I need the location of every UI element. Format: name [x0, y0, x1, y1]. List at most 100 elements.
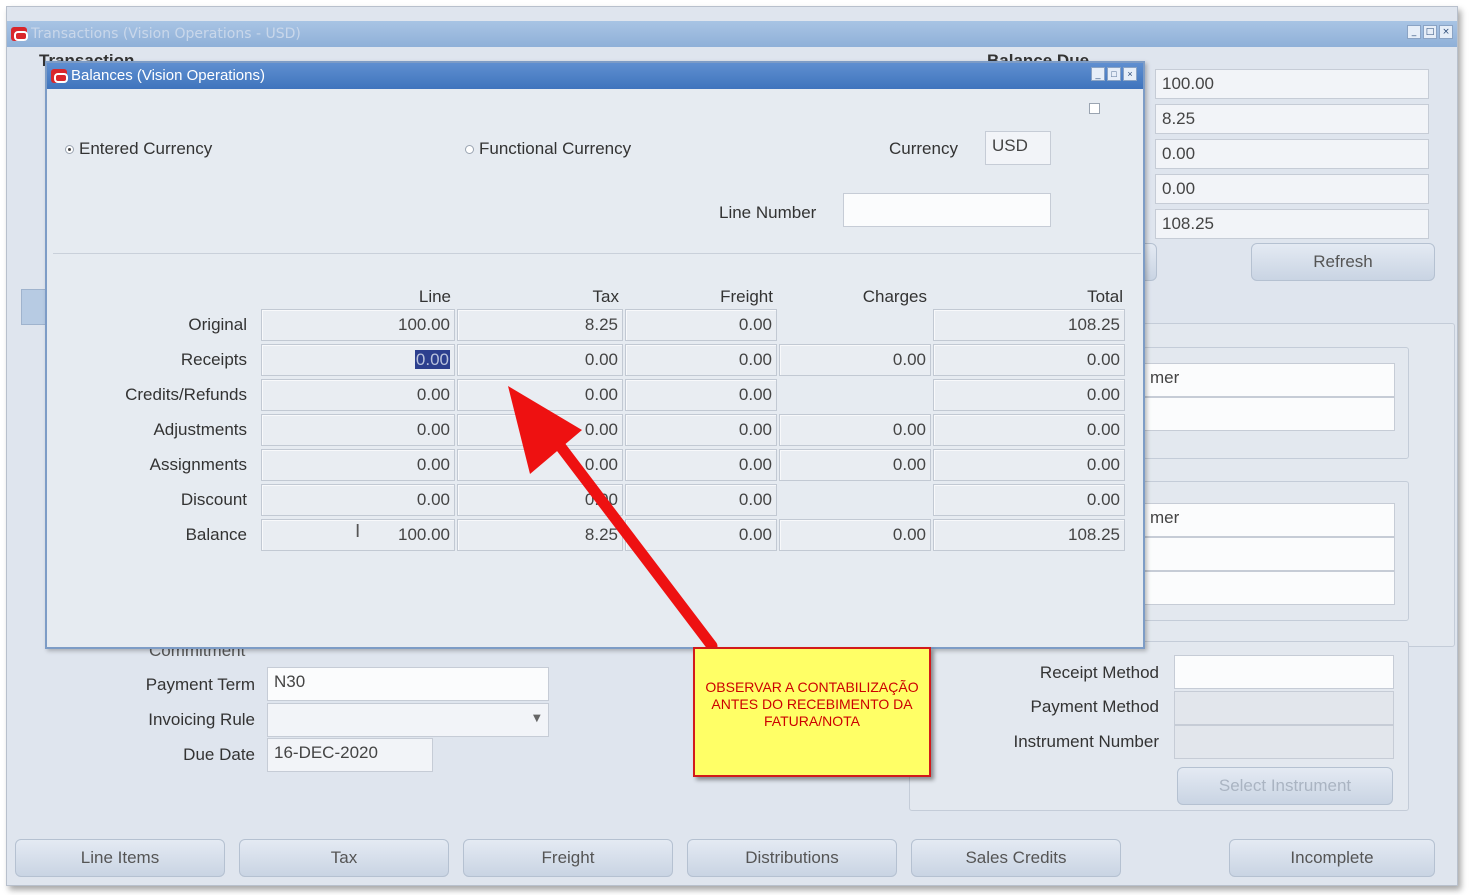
line-number-label: Line Number	[719, 203, 817, 222]
separator	[53, 253, 1141, 254]
ship-to-contact-field[interactable]	[1143, 571, 1395, 605]
row-label-balance: Balance	[185, 525, 247, 544]
payment-term-label: Payment Term	[145, 675, 255, 694]
credits-line-cell[interactable]: 0.00	[261, 379, 455, 411]
dialog-window-controls: _ □ ×	[1091, 67, 1137, 81]
column-header-charges: Charges	[862, 287, 927, 306]
assignments-freight-cell[interactable]: 0.00	[625, 449, 777, 481]
column-header-freight: Freight	[720, 287, 773, 306]
discount-line-cell[interactable]: 0.00	[261, 484, 455, 516]
payment-method-label: Payment Method	[1030, 697, 1159, 716]
tax-button[interactable]: Tax	[239, 839, 449, 877]
maximize-icon[interactable]: □	[1423, 25, 1437, 39]
oracle-logo-icon	[51, 69, 68, 83]
minimize-icon[interactable]: _	[1091, 67, 1105, 81]
transactions-window-title: Transactions (Vision Operations - USD)	[31, 26, 301, 42]
column-header-line: Line	[418, 287, 451, 306]
incomplete-button[interactable]: Incomplete	[1229, 839, 1435, 877]
balance-due-line[interactable]: 100.00	[1155, 69, 1429, 99]
line-items-button[interactable]: Line Items	[15, 839, 225, 877]
row-label-credits-refunds: Credits/Refunds	[125, 385, 247, 404]
sales-credits-button[interactable]: Sales Credits	[911, 839, 1121, 877]
maximize-icon[interactable]: □	[1107, 67, 1121, 81]
chevron-down-icon[interactable]: ▼	[533, 713, 541, 724]
credits-freight-cell[interactable]: 0.00	[625, 379, 777, 411]
assignments-charges-cell[interactable]: 0.00	[779, 449, 931, 481]
original-freight-cell[interactable]: 0.00	[625, 309, 777, 341]
functional-currency-radio[interactable]	[465, 145, 474, 154]
receipts-tax-cell[interactable]: 0.00	[457, 344, 623, 376]
balance-total-cell[interactable]: 108.25	[933, 519, 1125, 551]
instrument-number-label: Instrument Number	[1013, 732, 1160, 751]
row-label-receipts: Receipts	[180, 350, 247, 369]
balance-due-charges[interactable]: 0.00	[1155, 174, 1429, 204]
entered-currency-radio[interactable]	[65, 145, 74, 154]
distributions-button[interactable]: Distributions	[687, 839, 897, 877]
balances-dialog-title-bar: Balances (Vision Operations) _ □ ×	[47, 63, 1143, 89]
column-header-total: Total	[1087, 287, 1123, 306]
assignments-tax-cell[interactable]: 0.00	[457, 449, 623, 481]
discount-freight-cell[interactable]: 0.00	[625, 484, 777, 516]
discount-tax-cell[interactable]: 0.00	[457, 484, 623, 516]
oracle-logo-icon	[11, 27, 28, 41]
balances-dialog-title: Balances (Vision Operations)	[71, 67, 265, 84]
adjustments-charges-cell[interactable]: 0.00	[779, 414, 931, 446]
entered-currency-label: Entered Currency	[79, 139, 213, 158]
original-line-cell[interactable]: 100.00	[261, 309, 455, 341]
balances-dialog: Balances (Vision Operations) _ □ × Enter…	[45, 61, 1145, 649]
balance-tax-cell[interactable]: 8.25	[457, 519, 623, 551]
adjustments-total-cell[interactable]: 0.00	[933, 414, 1125, 446]
close-icon[interactable]: ×	[1439, 25, 1453, 39]
functional-currency-label: Functional Currency	[479, 139, 632, 158]
adjustments-tax-cell[interactable]: 0.00	[457, 414, 623, 446]
ship-to-location-field[interactable]	[1143, 537, 1395, 571]
discount-total-cell[interactable]: 0.00	[933, 484, 1125, 516]
annotation-note: OBSERVAR A CONTABILIZAÇÃO ANTES DO RECEB…	[693, 647, 931, 777]
payment-term-field[interactable]: N30	[267, 667, 549, 701]
transactions-window-title-bar: Transactions (Vision Operations - USD) _…	[7, 21, 1457, 47]
bill-to-location-field[interactable]	[1143, 397, 1395, 431]
bill-to-customer-field[interactable]: mer	[1143, 363, 1395, 397]
receipt-method-field[interactable]	[1174, 655, 1394, 689]
due-date-label: Due Date	[183, 745, 255, 764]
transactions-window-controls: _ □ ×	[1407, 25, 1453, 39]
refresh-button[interactable]: Refresh	[1251, 243, 1435, 281]
adjustments-freight-cell[interactable]: 0.00	[625, 414, 777, 446]
column-header-tax: Tax	[592, 287, 619, 306]
receipt-method-label: Receipt Method	[1039, 663, 1159, 682]
currency-field[interactable]: USD	[985, 131, 1051, 165]
balance-due-freight[interactable]: 0.00	[1155, 139, 1429, 169]
credits-total-cell[interactable]: 0.00	[933, 379, 1125, 411]
assignments-total-cell[interactable]: 0.00	[933, 449, 1125, 481]
row-label-assignments: Assignments	[149, 455, 247, 474]
receipts-line-cell[interactable]: 0.00	[261, 344, 455, 376]
close-icon[interactable]: ×	[1123, 67, 1137, 81]
due-date-field[interactable]: 16-DEC-2020	[267, 738, 433, 772]
currency-label: Currency	[889, 139, 958, 158]
invoicing-rule-select[interactable]	[267, 703, 549, 737]
balance-freight-cell[interactable]: 0.00	[625, 519, 777, 551]
credits-tax-cell[interactable]: 0.00	[457, 379, 623, 411]
receipts-charges-cell[interactable]: 0.00	[779, 344, 931, 376]
assignments-line-cell[interactable]: 0.00	[261, 449, 455, 481]
receipts-total-cell[interactable]: 0.00	[933, 344, 1125, 376]
payment-method-field[interactable]	[1174, 691, 1394, 725]
text-cursor-icon: I	[355, 521, 361, 542]
balance-due-total[interactable]: 108.25	[1155, 209, 1429, 239]
original-total-cell[interactable]: 108.25	[933, 309, 1125, 341]
minimize-icon[interactable]: _	[1407, 25, 1421, 39]
row-label-adjustments: Adjustments	[153, 420, 247, 439]
receipts-freight-cell[interactable]: 0.00	[625, 344, 777, 376]
instrument-number-field[interactable]	[1174, 725, 1394, 759]
checkbox[interactable]	[1089, 103, 1100, 114]
line-number-field[interactable]	[843, 193, 1051, 227]
ship-to-customer-field[interactable]: mer	[1143, 503, 1395, 537]
adjustments-line-cell[interactable]: 0.00	[261, 414, 455, 446]
freight-button[interactable]: Freight	[463, 839, 673, 877]
original-tax-cell[interactable]: 8.25	[457, 309, 623, 341]
balance-charges-cell[interactable]: 0.00	[779, 519, 931, 551]
receipts-line-value[interactable]: 0.00	[414, 350, 450, 369]
balance-due-tax[interactable]: 8.25	[1155, 104, 1429, 134]
select-instrument-button[interactable]: Select Instrument	[1177, 767, 1393, 805]
row-label-discount: Discount	[180, 490, 247, 509]
